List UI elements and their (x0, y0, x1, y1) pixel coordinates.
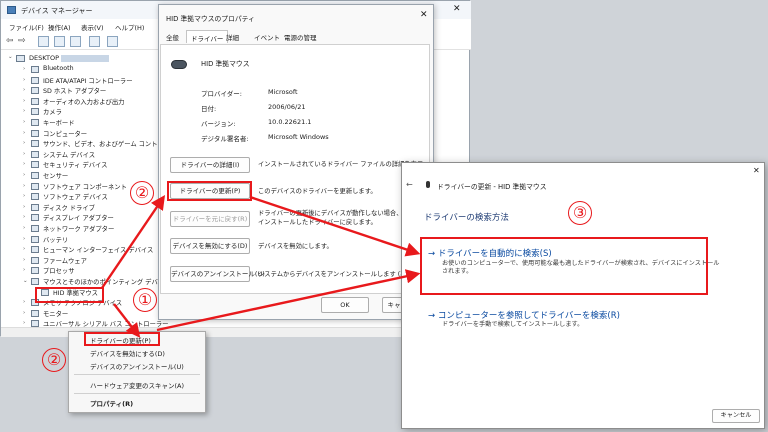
step-number-2-context: ② (42, 348, 66, 372)
step-number-2: ② (130, 181, 154, 205)
step-number-3: ③ (568, 201, 592, 225)
annotation-arrows (101, 195, 421, 338)
arrow-to-auto-search (249, 195, 421, 257)
highlight-ctx-update (84, 332, 160, 346)
arrow-to-update-button (101, 195, 166, 289)
highlight-update-button (167, 181, 252, 201)
step-number-1: ① (133, 288, 157, 312)
highlight-auto-search (420, 237, 708, 295)
arrow-ctx-to-auto-search (156, 269, 421, 332)
arrow-to-context-menu (113, 303, 141, 338)
highlight-hid-mouse (35, 287, 104, 303)
